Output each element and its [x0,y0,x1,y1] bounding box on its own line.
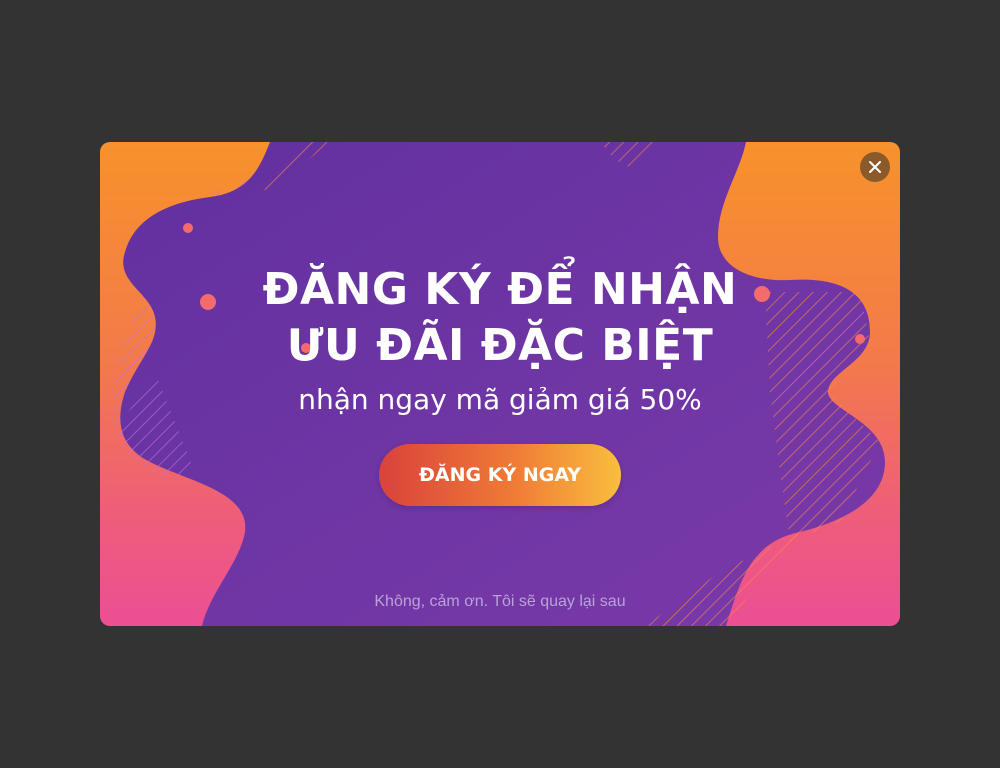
register-now-button[interactable]: ĐĂNG KÝ NGAY [379,444,621,506]
headline-line-1: ĐĂNG KÝ ĐỂ NHẬN [262,264,738,315]
offer-subtitle: nhận ngay mã giảm giá 50% [298,383,702,416]
promo-modal: ĐĂNG KÝ ĐỂ NHẬN ƯU ĐÃI ĐẶC BIỆT nhận nga… [100,142,900,626]
dismiss-link[interactable]: Không, cảm ơn. Tôi sẽ quay lại sau [100,593,900,611]
close-icon [869,161,881,173]
deco-dot [183,223,193,233]
headline-line-2: ƯU ĐÃI ĐẶC BIỆT [286,320,714,371]
close-button[interactable] [860,152,890,182]
page-overlay: ĐĂNG KÝ ĐỂ NHẬN ƯU ĐÃI ĐẶC BIỆT nhận nga… [0,0,1000,768]
